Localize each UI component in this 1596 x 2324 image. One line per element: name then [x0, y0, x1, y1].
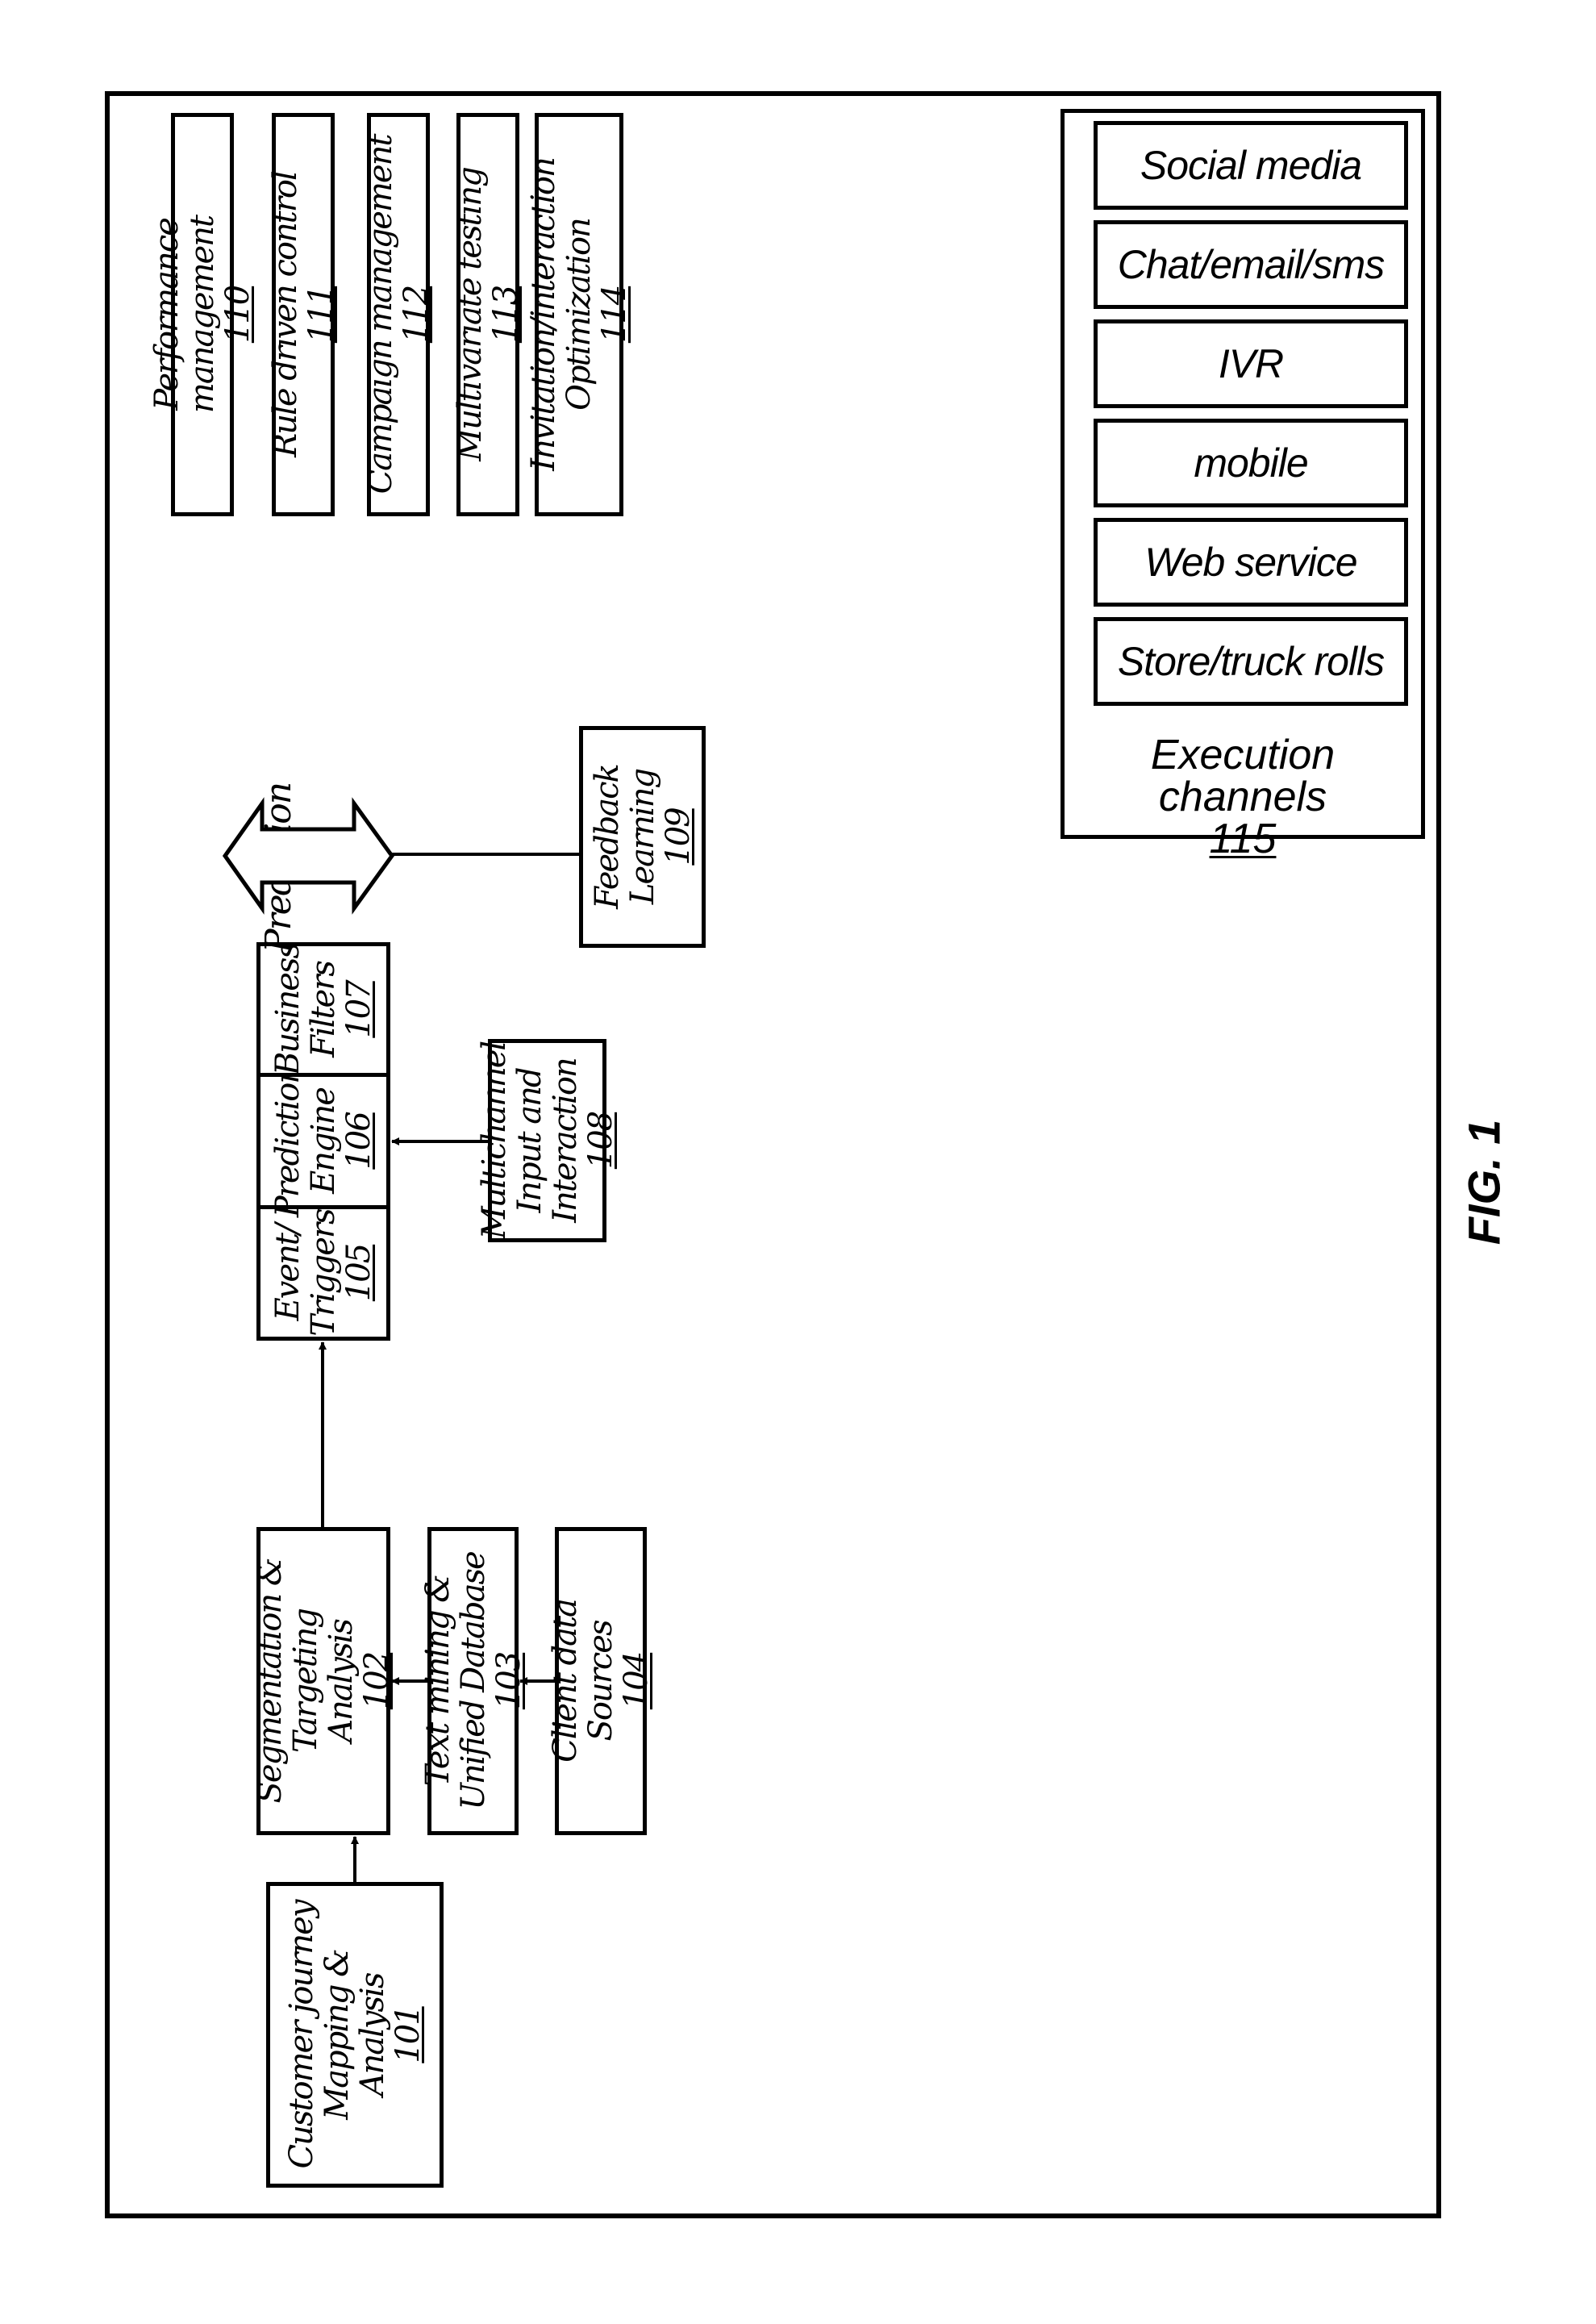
channel-ivr: IVR — [1094, 319, 1408, 408]
channel-store-truck-rolls: Store/truck rolls — [1094, 617, 1408, 706]
figure-label: FIG. 1 — [1458, 1119, 1510, 1245]
channel-mobile: mobile — [1094, 419, 1408, 507]
prediction-double-arrow — [222, 797, 395, 915]
ref-115: 115 — [1209, 816, 1277, 862]
channel-social-media: Social media — [1094, 121, 1408, 210]
execution-channels-title: Execution channels 115 — [1065, 734, 1421, 860]
block-115-execution-channels: Social media Chat/email/sms IVR mobile W… — [1061, 109, 1425, 860]
channel-web-service: Web service — [1094, 518, 1408, 607]
patent-figure-page: Customer journey Mapping & Analysis 101 … — [0, 0, 1596, 2324]
channel-chat-email-sms: Chat/email/sms — [1094, 220, 1408, 309]
